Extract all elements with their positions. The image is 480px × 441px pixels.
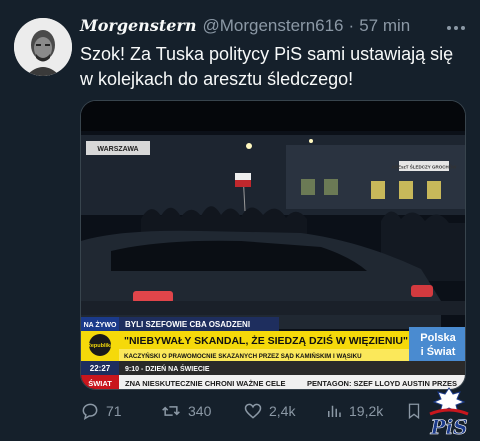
like-button[interactable]: 2,4k xyxy=(243,396,295,426)
building-sign-text: AREszT ŚLEDCZY GROCHÓW xyxy=(392,163,458,170)
reply-button[interactable]: 71 xyxy=(80,396,122,426)
tv-broadcast-frame: WARSZAWA AREszT ŚLEDCZY GROCHÓW NA ŻYWO … xyxy=(81,101,465,389)
separator-dot: · xyxy=(348,16,355,35)
broadcast-clock: 22:27 xyxy=(90,364,111,373)
repost-button[interactable]: 340 xyxy=(160,396,211,426)
tweet-text: Szok! Za Tuska politycy PiS sami ustawia… xyxy=(80,44,454,89)
avatar[interactable] xyxy=(14,18,72,76)
eagle-logo-icon: PiS xyxy=(429,387,469,439)
news-subheadline: KACZYŃSKI O PRAWOMOCNIE SKAZANYCH PRZEZ … xyxy=(124,352,362,360)
repost-icon xyxy=(162,406,180,416)
ticker-text: ZNA NIESKUTECZNIE CHRONI WAŻNE CELE xyxy=(125,379,286,388)
avatar-image xyxy=(14,18,72,76)
pis-logo-watermark: PiS xyxy=(420,384,478,440)
segment-line-2: i Świat xyxy=(421,345,456,358)
news-headline: "NIEBYWAŁY SKANDAL, ŻE SIEDZĄ DZIŚ W WIĘ… xyxy=(124,334,408,347)
analytics-icon xyxy=(328,405,341,417)
program-label: 9:10 - DZIEŃ NA ŚWIECIE xyxy=(125,364,210,373)
view-count: 19,2k xyxy=(349,403,384,419)
tweet-actions: 71 340 2,4k 19,2k xyxy=(0,396,480,426)
channel-logo: Republika xyxy=(87,343,114,349)
media-image[interactable]: WARSZAWA AREszT ŚLEDCZY GROCHÓW NA ŻYWO … xyxy=(80,100,466,390)
tweet[interactable]: Morgenstern @Morgenstern616 · 57 min Szo… xyxy=(0,0,480,441)
svg-text:PiS: PiS xyxy=(429,415,467,439)
ticker-label: ŚWIAT xyxy=(88,379,112,388)
timestamp[interactable]: 57 min xyxy=(359,16,410,36)
location-sign-text: WARSZAWA xyxy=(97,146,138,153)
more-options-icon[interactable] xyxy=(444,18,468,38)
user-handle[interactable]: @Morgenstern616 xyxy=(202,16,343,36)
tweet-header: Morgenstern @Morgenstern616 · 57 min xyxy=(80,16,410,36)
reply-count: 71 xyxy=(106,403,122,419)
like-count: 2,4k xyxy=(269,403,296,419)
heart-icon xyxy=(244,403,262,419)
reply-icon xyxy=(82,403,98,421)
repost-count: 340 xyxy=(188,403,212,419)
segment-line-1: Polska xyxy=(420,332,456,344)
display-name[interactable]: Morgenstern xyxy=(80,16,196,35)
live-label: NA ŻYWO xyxy=(84,321,117,329)
views-button[interactable]: 19,2k xyxy=(325,396,383,426)
news-kicker: BYLI SZEFOWIE CBA OSADZENI xyxy=(125,320,250,329)
